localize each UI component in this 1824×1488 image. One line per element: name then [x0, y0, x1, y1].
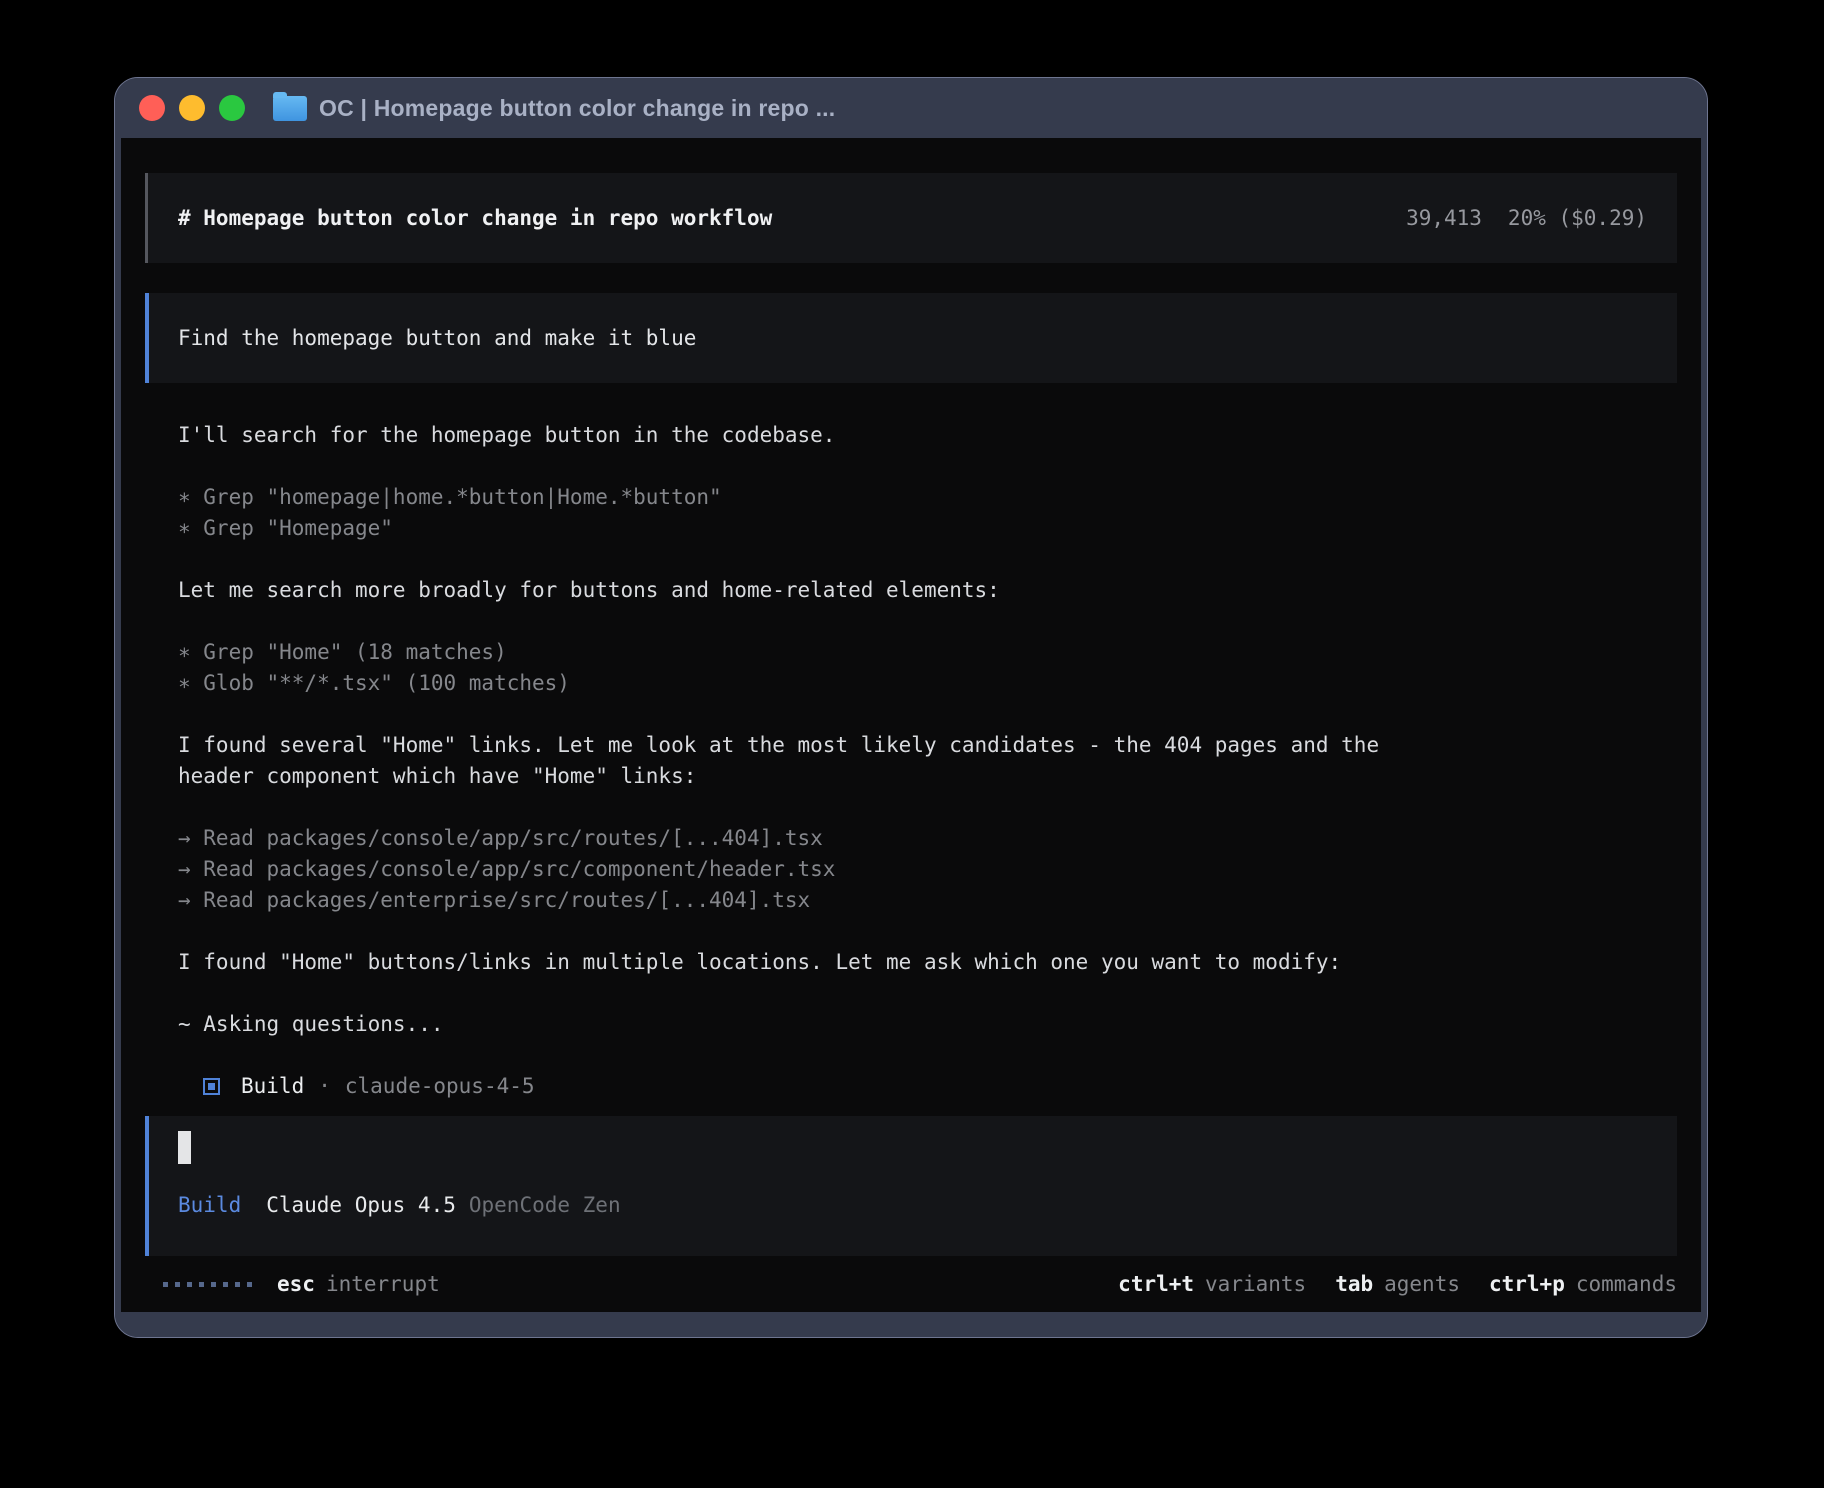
shortcut-key-ctrl-p: ctrl+p — [1489, 1269, 1565, 1300]
context-usage-cost: 20% ($0.29) — [1508, 203, 1647, 234]
session-header: # Homepage button color change in repo w… — [145, 173, 1677, 263]
token-count: 39,413 — [1406, 203, 1482, 234]
tool-call-grep: ∗ Grep "Home" (18 matches) — [178, 637, 1677, 668]
shortcut-hint-agents[interactable]: tab agents — [1335, 1269, 1460, 1300]
user-message-text: Find the homepage button and make it blu… — [178, 323, 696, 354]
assistant-paragraph: I found "Home" buttons/links in multiple… — [178, 947, 1677, 978]
minimize-button[interactable] — [179, 95, 205, 121]
terminal-window: OC | Homepage button color change in rep… — [114, 77, 1708, 1338]
close-button[interactable] — [139, 95, 165, 121]
shortcut-key-esc[interactable]: esc — [277, 1269, 315, 1300]
active-agent-label[interactable]: Build — [178, 1190, 241, 1221]
session-stats: 39,413 20% ($0.29) — [1406, 203, 1647, 234]
zoom-button[interactable] — [219, 95, 245, 121]
folder-icon — [273, 96, 307, 121]
active-model-label[interactable]: Claude Opus 4.5 — [266, 1190, 456, 1221]
provider-label: OpenCode Zen — [469, 1190, 621, 1221]
tool-call-group: → Read packages/console/app/src/routes/[… — [178, 823, 1677, 916]
session-title: # Homepage button color change in repo w… — [178, 203, 772, 234]
shortcut-label-agents: agents — [1384, 1269, 1460, 1300]
assistant-text-line: Let me search more broadly for buttons a… — [178, 575, 1677, 606]
shortcut-key-ctrl-t: ctrl+t — [1118, 1269, 1194, 1300]
agent-name: Build — [241, 1071, 304, 1102]
shortcut-key-tab: tab — [1335, 1269, 1373, 1300]
assistant-text-line: I'll search for the homepage button in t… — [178, 420, 1677, 451]
shortcut-label-variants: variants — [1205, 1269, 1306, 1300]
tool-call-read: → Read packages/console/app/src/componen… — [178, 854, 1677, 885]
assistant-text-line: I found "Home" buttons/links in multiple… — [178, 947, 1677, 978]
titlebar[interactable]: OC | Homepage button color change in rep… — [115, 78, 1707, 138]
tool-call-grep: ∗ Grep "homepage|home.*button|Home.*butt… — [178, 482, 1677, 513]
tool-call-glob: ∗ Glob "**/*.tsx" (100 matches) — [178, 668, 1677, 699]
model-id: claude-opus-4-5 — [345, 1071, 535, 1102]
terminal-content: # Homepage button color change in repo w… — [121, 138, 1701, 1312]
user-message: Find the homepage button and make it blu… — [145, 293, 1677, 383]
asking-questions-status: ~ Asking questions... — [178, 1009, 1677, 1040]
tool-call-group: ∗ Grep "Home" (18 matches) ∗ Glob "**/*.… — [178, 637, 1677, 699]
assistant-paragraph: I'll search for the homepage button in t… — [178, 420, 1677, 451]
status-right: ctrl+t variants tab agents ctrl+p comman… — [1118, 1269, 1677, 1300]
window-controls — [139, 95, 245, 121]
tool-call-grep: ∗ Grep "Homepage" — [178, 513, 1677, 544]
status-bar: esc interrupt ctrl+t variants tab agents… — [133, 1256, 1689, 1312]
window-bottom-frame — [115, 1312, 1707, 1337]
shortcut-label-commands: commands — [1576, 1269, 1677, 1300]
tool-call-group: ∗ Grep "homepage|home.*button|Home.*butt… — [178, 482, 1677, 544]
assistant-paragraph: Let me search more broadly for buttons a… — [178, 575, 1677, 606]
shortcut-hint-variants[interactable]: ctrl+t variants — [1118, 1269, 1306, 1300]
assistant-text-line: I found several "Home" links. Let me loo… — [178, 730, 1677, 761]
tool-call-read: → Read packages/console/app/src/routes/[… — [178, 823, 1677, 854]
input-footer: Build Claude Opus 4.5 OpenCode Zen — [178, 1190, 1648, 1221]
separator-dot: · — [318, 1071, 331, 1102]
tool-call-read: → Read packages/enterprise/src/routes/[.… — [178, 885, 1677, 916]
assistant-text-line: header component which have "Home" links… — [178, 761, 1677, 792]
assistant-transcript: I'll search for the homepage button in t… — [133, 420, 1689, 1116]
shortcut-hint-commands[interactable]: ctrl+p commands — [1489, 1269, 1677, 1300]
prompt-input[interactable]: Build Claude Opus 4.5 OpenCode Zen — [145, 1116, 1677, 1256]
working-spinner-dots — [163, 1282, 252, 1287]
activity-status: ~ Asking questions... — [178, 1009, 1677, 1040]
status-left: esc interrupt — [163, 1269, 440, 1300]
window-title: OC | Homepage button color change in rep… — [319, 95, 835, 122]
agent-square-icon — [203, 1078, 220, 1095]
agent-status-line: Build · claude-opus-4-5 — [178, 1071, 1677, 1102]
text-cursor[interactable] — [178, 1131, 191, 1164]
shortcut-label-interrupt: interrupt — [326, 1269, 440, 1300]
assistant-paragraph: I found several "Home" links. Let me loo… — [178, 730, 1677, 792]
